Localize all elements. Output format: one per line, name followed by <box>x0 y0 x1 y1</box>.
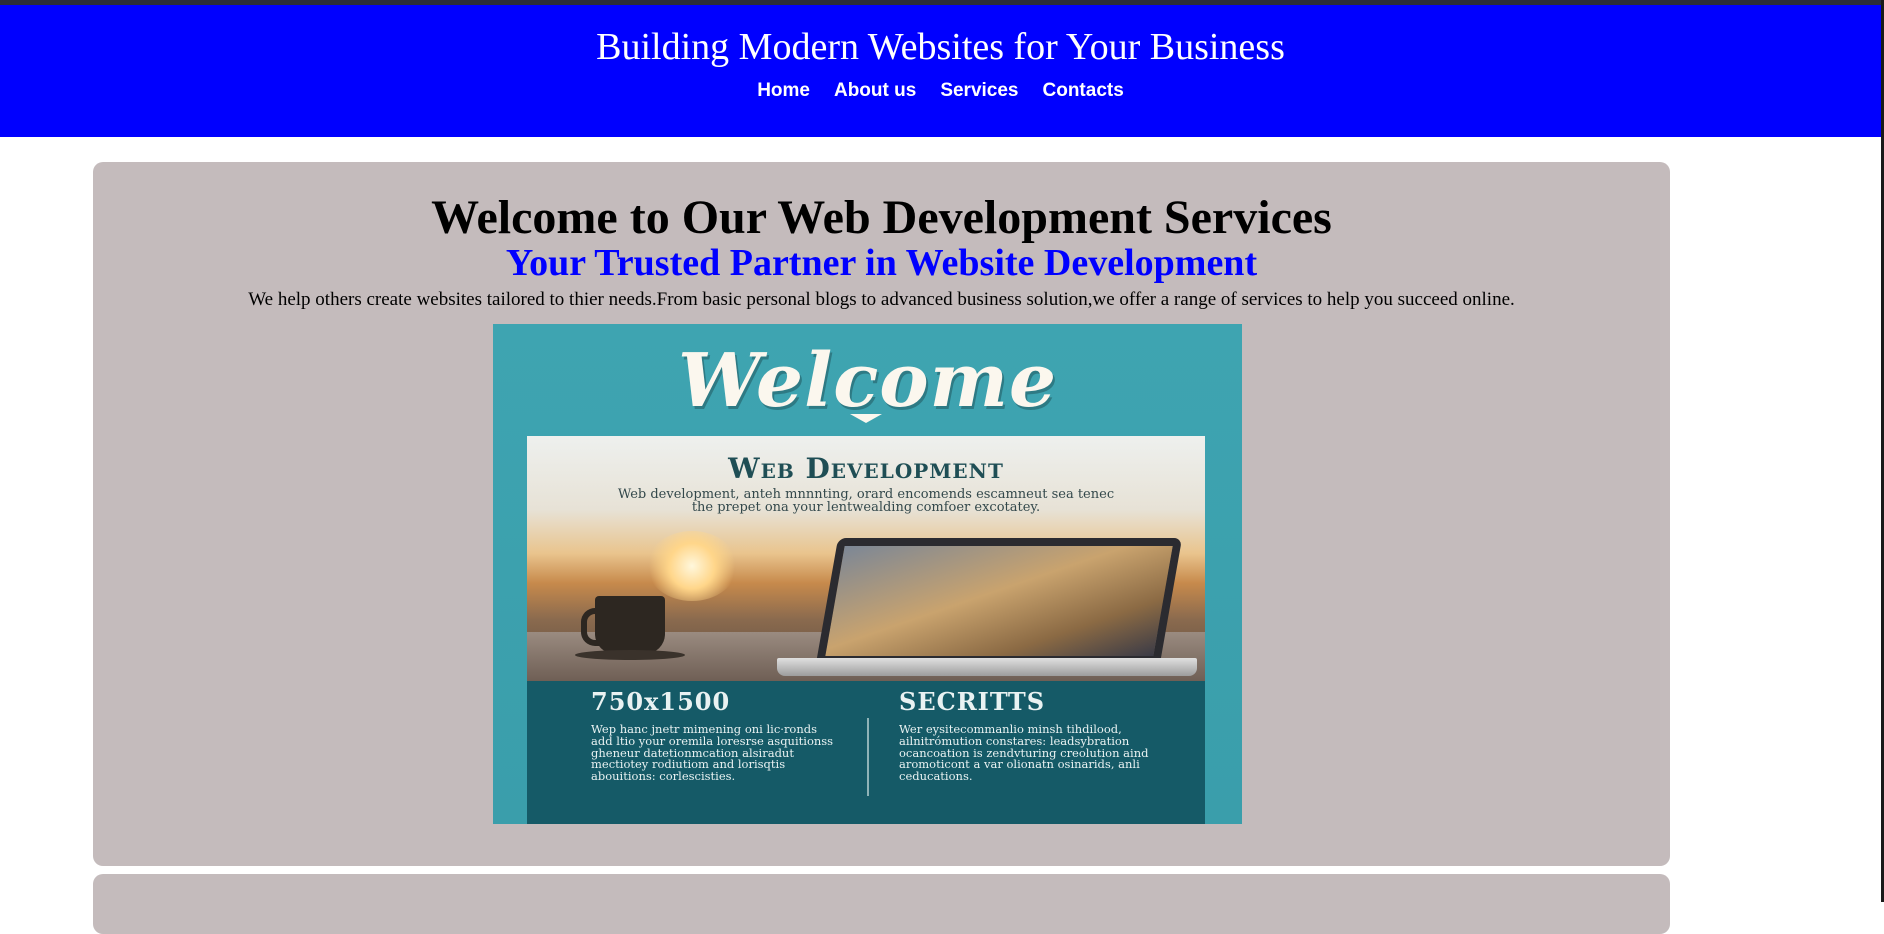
next-section <box>93 874 1670 934</box>
welcome-heading: Welcome to Our Web Development Services <box>431 191 1332 244</box>
sunset-glow <box>647 531 737 601</box>
poster-right-heading: SECRITTS <box>899 687 1046 716</box>
poster-welcome-text: Welcome <box>677 338 1058 424</box>
welcome-section: Welcome to Our Web Development Services … <box>93 162 1670 866</box>
poster-notch <box>850 414 882 423</box>
nav-link-contacts[interactable]: Contacts <box>1043 80 1124 102</box>
welcome-poster-image: Welcome Web Development Web development,… <box>493 324 1242 824</box>
poster-right-column: SECRITTS Wer eysitecommanlio minsh tihdi… <box>899 687 1159 783</box>
poster-photo-heading: Web Development <box>728 452 1004 485</box>
poster-divider <box>867 718 869 796</box>
nav-link-about-us[interactable]: About us <box>834 80 916 102</box>
site-title: Building Modern Websites for Your Busine… <box>596 26 1285 68</box>
main-nav: Home About us Services Contacts <box>0 80 1881 102</box>
laptop-base <box>777 658 1197 676</box>
poster-photo-text: Web development, anteh mnnnting, orard e… <box>617 487 1115 515</box>
poster-right-text: Wer eysitecommanlio minsh tihdilood, ail… <box>899 722 1149 784</box>
site-header: Building Modern Websites for Your Busine… <box>0 5 1881 137</box>
poster-left-heading: 750x1500 <box>591 687 731 716</box>
nav-link-services[interactable]: Services <box>940 80 1018 102</box>
poster-bottom-panel: 750x1500 Wep hanc jnetr mimening oni lic… <box>527 681 1205 824</box>
welcome-intro-text: We help others create websites tailored … <box>248 289 1515 310</box>
laptop-screen <box>815 538 1183 664</box>
poster-left-text: Wep hanc jnetr mimening oni lic·ronds ad… <box>591 722 834 784</box>
welcome-subheading: Your Trusted Partner in Website Developm… <box>505 242 1258 284</box>
coffee-saucer <box>575 650 685 660</box>
coffee-cup <box>595 596 665 654</box>
nav-link-home[interactable]: Home <box>757 80 810 102</box>
poster-left-column: 750x1500 Wep hanc jnetr mimening oni lic… <box>591 687 841 783</box>
poster-photo-laptop: Web Development Web development, anteh m… <box>527 436 1205 681</box>
